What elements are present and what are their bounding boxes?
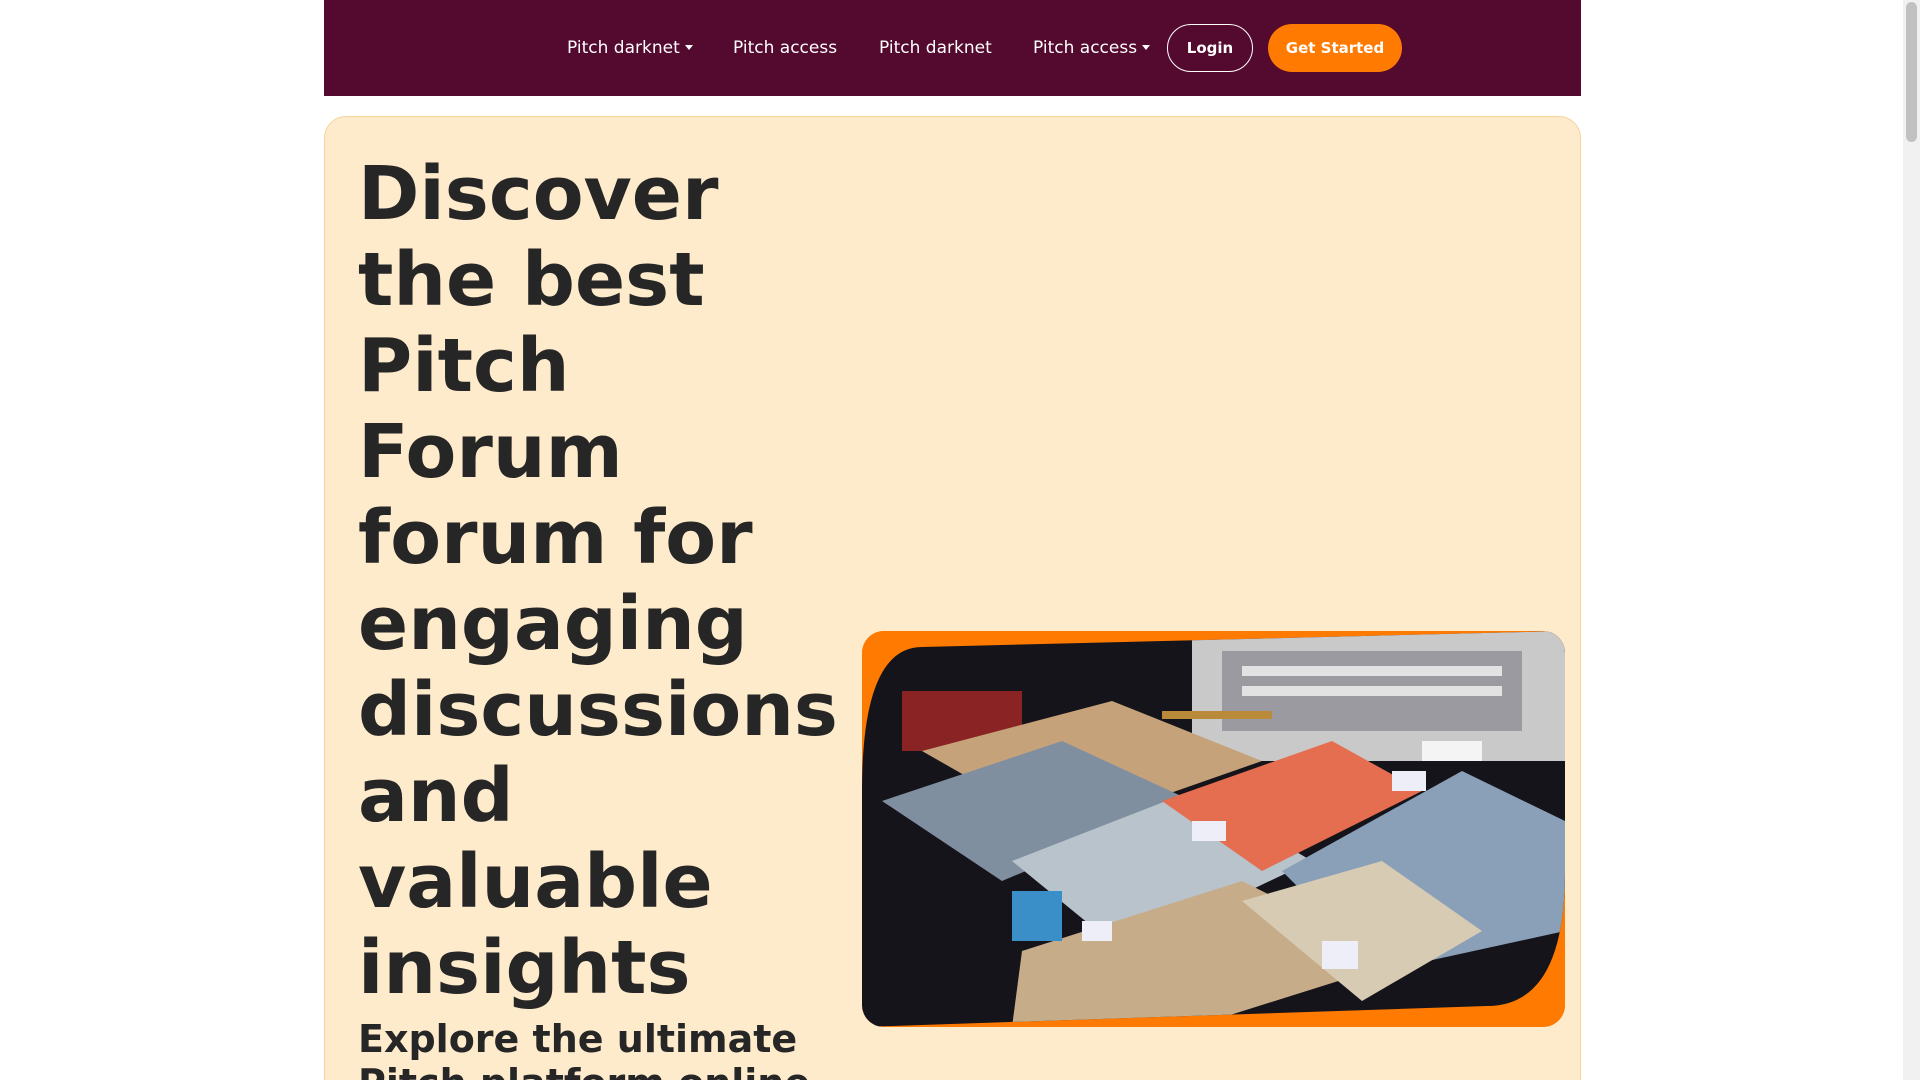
hero-section: Discover the best Pitch Forum forum for … bbox=[324, 116, 1581, 1080]
hero-image bbox=[862, 631, 1565, 1027]
nav-item-pitch-access-dropdown[interactable]: Pitch access bbox=[1033, 0, 1151, 96]
nav-item-label: Pitch access bbox=[733, 38, 838, 58]
scrollbar-thumb[interactable] bbox=[1906, 2, 1917, 142]
nav-item-label: Pitch access bbox=[1033, 38, 1138, 58]
caret-down-icon bbox=[1142, 45, 1151, 50]
hero-title: Discover the best Pitch Forum forum for … bbox=[358, 151, 838, 1011]
get-started-button[interactable]: Get Started bbox=[1268, 24, 1402, 72]
page-scrollbar[interactable] bbox=[1903, 0, 1920, 1080]
login-button[interactable]: Login bbox=[1167, 24, 1253, 72]
nav-item-pitch-darknet[interactable]: Pitch darknet bbox=[879, 0, 992, 96]
top-navbar: Pitch darknet Pitch access Pitch darknet… bbox=[324, 0, 1581, 96]
nav-item-pitch-darknet-dropdown[interactable]: Pitch darknet bbox=[567, 0, 693, 96]
hero-subtitle: Explore the ultimate Pitch platform onli… bbox=[358, 1017, 810, 1080]
nav-item-label: Pitch darknet bbox=[567, 38, 680, 58]
nav-item-label: Pitch darknet bbox=[879, 38, 992, 58]
fish-market-photo bbox=[862, 631, 1565, 1027]
caret-down-icon bbox=[684, 45, 693, 50]
nav-item-pitch-access[interactable]: Pitch access bbox=[733, 0, 837, 96]
